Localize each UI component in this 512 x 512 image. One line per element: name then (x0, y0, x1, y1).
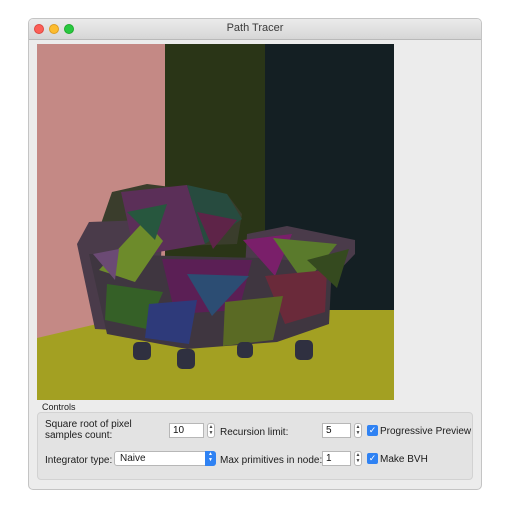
progressive-checkbox[interactable]: ✓ (367, 425, 378, 436)
checkmark-icon: ✓ (368, 453, 377, 463)
recursion-input[interactable]: 5 (322, 423, 351, 438)
render-viewport (37, 44, 394, 400)
max-primitives-label: Max primitives in node: (220, 455, 323, 466)
max-primitives-stepper[interactable]: ▲ ▼ (354, 451, 362, 466)
chevron-down-icon: ▼ (355, 430, 361, 436)
window-title: Path Tracer (226, 22, 284, 34)
bvh-checkbox[interactable]: ✓ (367, 453, 378, 464)
recursion-label: Recursion limit: (220, 427, 289, 438)
chevron-down-icon: ▼ (208, 430, 214, 436)
controls-group: Square root of pixel samples count: 10 ▲… (37, 412, 473, 480)
samples-label: Square root of pixel samples count: (45, 419, 132, 441)
chevron-down-icon: ▼ (355, 458, 361, 464)
integrator-value: Naive (120, 453, 146, 464)
rendered-scene (37, 44, 394, 400)
max-primitives-input[interactable]: 1 (322, 451, 351, 466)
integrator-select[interactable]: Naive ▲ ▼ (114, 451, 216, 466)
controls-group-label: Controls (42, 402, 76, 412)
samples-stepper[interactable]: ▲ ▼ (207, 423, 215, 438)
integrator-label: Integrator type: (45, 455, 113, 466)
samples-input[interactable]: 10 (169, 423, 204, 438)
bvh-label: Make BVH (380, 454, 428, 465)
title-bar[interactable]: Path Tracer (29, 19, 481, 40)
recursion-stepper[interactable]: ▲ ▼ (354, 423, 362, 438)
select-arrows-icon: ▲ ▼ (205, 451, 216, 466)
progressive-label: Progressive Preview (380, 426, 472, 437)
app-window: Path Tracer Controls Square root of pixe… (28, 18, 482, 490)
checkmark-icon: ✓ (368, 425, 377, 435)
